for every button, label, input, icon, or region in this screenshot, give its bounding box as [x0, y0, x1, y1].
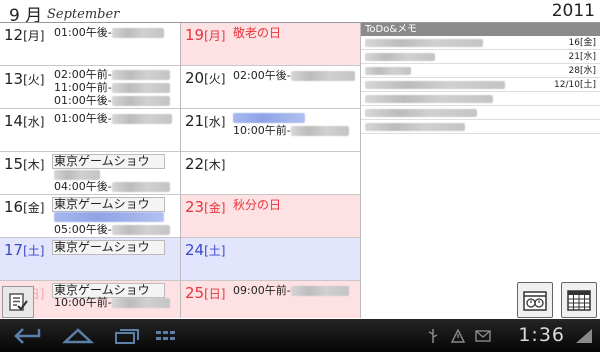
month-english: September	[47, 7, 120, 22]
event-item[interactable]: 01:00午後-	[54, 27, 164, 39]
event-item[interactable]: 東京ゲームショウ	[52, 240, 165, 255]
event-item[interactable]: 東京ゲームショウ	[52, 197, 165, 212]
day-cell-19[interactable]: 19[月] 敬老の日	[181, 23, 361, 66]
event-item[interactable]: 05:00午後-	[54, 224, 170, 236]
day-cell-16[interactable]: 16[金] 東京ゲームショウ 05:00午後-	[0, 195, 180, 238]
system-navbar: 1:36	[0, 319, 600, 352]
event-item[interactable]: 01:00午後-	[54, 113, 172, 125]
todo-item[interactable]	[361, 93, 600, 106]
day-cell-12[interactable]: 12[月] 01:00午後-	[0, 23, 180, 66]
day-number: 20[火]	[185, 69, 226, 87]
event-item[interactable]	[233, 112, 305, 124]
back-icon[interactable]	[8, 319, 48, 352]
event-item[interactable]: 02:00午後-	[233, 70, 355, 82]
day-number: 15[木]	[4, 155, 45, 173]
day-number: 21[水]	[185, 112, 226, 130]
day-cell-20[interactable]: 20[火] 02:00午後-	[181, 66, 361, 109]
event-item[interactable]: 02:00午前-	[54, 69, 170, 81]
usb-icon	[425, 319, 441, 352]
checklist-icon[interactable]	[2, 286, 34, 318]
day-number: 22[木]	[185, 155, 226, 173]
todo-item[interactable]	[361, 107, 600, 120]
event-item[interactable]: 10:00午前-	[54, 297, 170, 309]
todo-item[interactable]: 16[金]	[361, 37, 600, 50]
calendar-grid-icon[interactable]	[561, 282, 597, 318]
clock: 1:36	[518, 324, 565, 346]
day-number: 14[水]	[4, 112, 45, 130]
alert-icon	[450, 319, 466, 352]
event-item[interactable]: 11:00午前-	[54, 82, 170, 94]
day-number: 19[月]	[185, 26, 226, 44]
event-item[interactable]: 04:00午後-	[54, 181, 170, 193]
wifi-icon	[573, 319, 595, 352]
todo-item[interactable]	[361, 121, 600, 134]
calendar-app: 9 月 September 2011 12[月] 01:00午後- 13[火] …	[0, 0, 600, 352]
day-cell-22[interactable]: 22[木]	[181, 152, 361, 195]
event-item[interactable]	[54, 211, 164, 223]
day-number: 13[火]	[4, 70, 45, 88]
day-number: 24[土]	[185, 241, 226, 259]
event-item[interactable]: 10:00午前-	[233, 125, 349, 137]
day-number: 16[金]	[4, 198, 45, 216]
holiday-label: 敬老の日	[233, 26, 282, 40]
day-cell-24[interactable]: 24[土]	[181, 238, 361, 281]
todo-item[interactable]: 12/10[土]	[361, 79, 600, 92]
day-number: 23[金]	[185, 198, 226, 216]
day-cell-14[interactable]: 14[水] 01:00午後-	[0, 109, 180, 152]
column-divider	[180, 23, 181, 318]
todo-item[interactable]: 21[水]	[361, 51, 600, 64]
year-title: 2011	[551, 1, 595, 21]
todo-header: ToDo&メモ	[361, 23, 600, 36]
holiday-label: 秋分の日	[233, 198, 282, 212]
event-item[interactable]: 01:00午後-	[54, 95, 170, 107]
day-cell-13[interactable]: 13[火] 02:00午前- 11:00午前- 01:00午後-	[0, 66, 180, 109]
todo-item[interactable]: 28[水]	[361, 65, 600, 78]
day-cell-15[interactable]: 15[木] 東京ゲームショウ 04:00午後-	[0, 152, 180, 195]
day-cell-23[interactable]: 23[金] 秋分の日	[181, 195, 361, 238]
event-item[interactable]: 東京ゲームショウ	[52, 154, 165, 169]
day-number: 25[日]	[185, 284, 226, 302]
home-icon[interactable]	[58, 319, 98, 352]
day-cell-17[interactable]: 17[土] 東京ゲームショウ	[0, 238, 180, 281]
day-cell-21[interactable]: 21[水] 10:00午前-	[181, 109, 361, 152]
day-number: 17[土]	[4, 241, 45, 259]
grid-menu-icon[interactable]	[150, 319, 180, 352]
gmail-icon	[474, 319, 492, 352]
day-number: 12[月]	[4, 26, 45, 44]
event-item[interactable]: 09:00午前-	[233, 285, 349, 297]
day-cell-25[interactable]: 25[日] 09:00午前-	[181, 281, 361, 318]
recent-apps-icon[interactable]	[108, 319, 144, 352]
dual-clock-icon[interactable]	[517, 282, 553, 318]
